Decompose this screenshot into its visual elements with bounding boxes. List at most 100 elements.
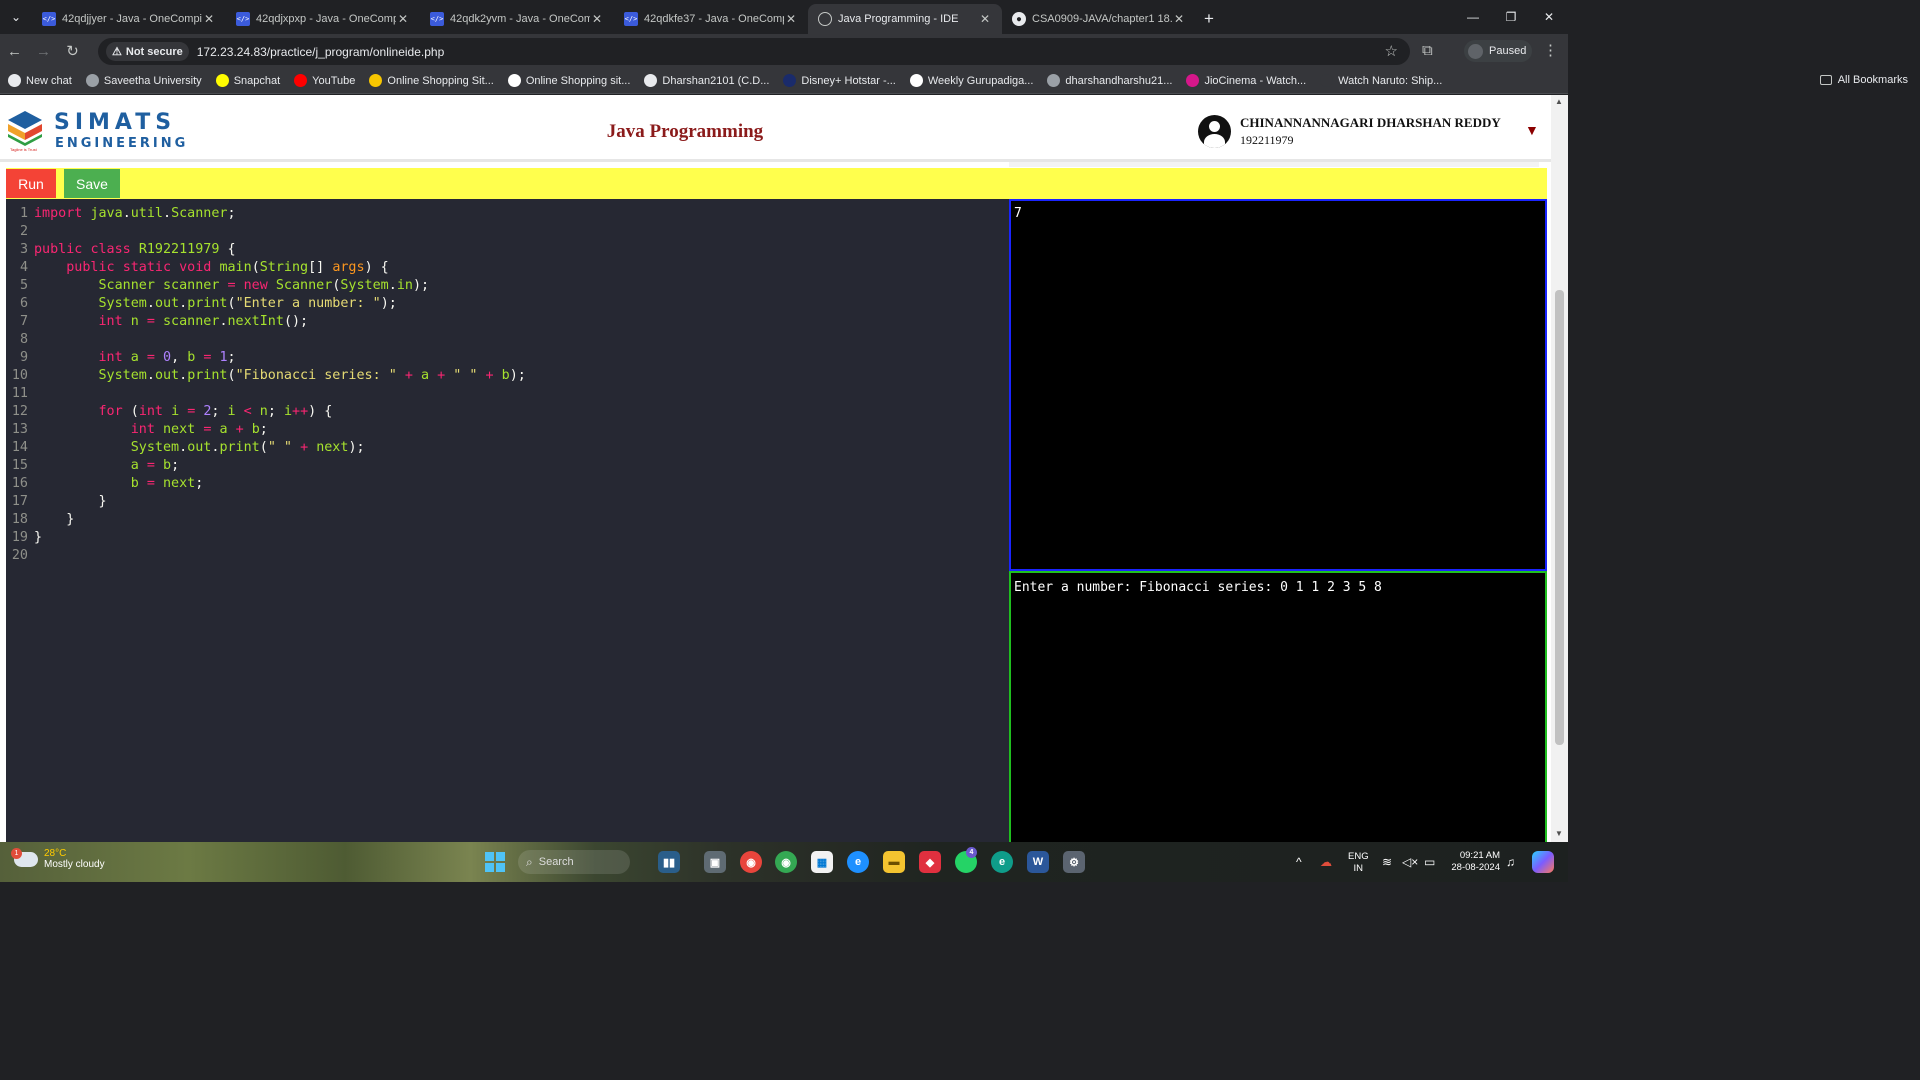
chrome-icon[interactable]: ◉	[775, 851, 797, 873]
code-line[interactable]: 20	[6, 547, 34, 565]
bookmark-label: Online Shopping sit...	[525, 74, 631, 87]
code-line[interactable]: 8	[6, 331, 34, 349]
settings-gear-icon[interactable]: ⚙	[1063, 851, 1085, 873]
bookmark-item[interactable]: Online Shopping sit...	[507, 74, 631, 87]
battery-icon[interactable]: ▭	[1424, 855, 1435, 869]
taskbar-search[interactable]: ⌕ Search	[518, 850, 630, 874]
code-line[interactable]: 9 int a = 0, b = 1;	[6, 349, 236, 367]
copilot-icon[interactable]	[1532, 851, 1554, 873]
widgets-app-icon[interactable]: ▮▮	[658, 851, 680, 873]
scroll-down-arrow-icon[interactable]: ▼	[1555, 829, 1563, 838]
browser-tab[interactable]: </> 42qdkfe37 - Java - OneCompiler✕	[614, 4, 808, 34]
reload-icon[interactable]: ↻	[58, 34, 87, 68]
code-line[interactable]: 14 System.out.print(" " + next);	[6, 439, 365, 457]
page-scrollbar[interactable]: ▲ ▼	[1551, 95, 1568, 842]
restore-icon[interactable]: ❐	[1492, 0, 1530, 34]
bookmark-item[interactable]: Saveetha University	[85, 74, 202, 87]
profile-button[interactable]: Paused	[1464, 40, 1532, 62]
all-bookmarks-button[interactable]: All Bookmarks	[1819, 74, 1908, 86]
tray-network-alert-icon[interactable]: ☁	[1320, 855, 1332, 869]
scroll-up-arrow-icon[interactable]: ▲	[1555, 97, 1563, 106]
tab-close-icon[interactable]: ✕	[978, 12, 992, 26]
windows-start-icon[interactable]	[485, 852, 505, 872]
bookmark-label: Disney+ Hotstar -...	[801, 74, 896, 87]
action-bar: Run Save	[6, 168, 1547, 199]
edge-dev-icon[interactable]: e	[991, 851, 1013, 873]
file-explorer-icon[interactable]: ▬	[883, 851, 905, 873]
save-button[interactable]: Save	[64, 169, 120, 198]
code-line[interactable]: 3 public class R192211979 {	[6, 241, 236, 259]
code-line[interactable]: 7 int n = scanner.nextInt();	[6, 313, 308, 331]
edge-icon[interactable]: e	[847, 851, 869, 873]
user-info[interactable]: CHINANNANNAGARI DHARSHAN REDDY 192211979	[1198, 115, 1501, 148]
code-line[interactable]: 13 int next = a + b;	[6, 421, 268, 439]
not-secure-chip[interactable]: ⚠ Not secure	[106, 42, 189, 61]
code-editor[interactable]: 1 import java.util.Scanner; 2 3 public class…	[6, 199, 1009, 842]
code-line[interactable]: 15 a = b;	[6, 457, 179, 475]
tab-close-icon[interactable]: ✕	[590, 12, 604, 26]
user-menu-caret-icon[interactable]: ▼	[1525, 122, 1539, 138]
wifi-icon[interactable]: ≋	[1382, 855, 1392, 869]
chrome-profile-icon[interactable]: ◉	[740, 851, 762, 873]
task-view-icon[interactable]: ▣	[704, 851, 726, 873]
tab-close-icon[interactable]: ✕	[202, 12, 216, 26]
office-app-icon[interactable]: ◆	[919, 851, 941, 873]
back-arrow-icon[interactable]: ←	[0, 34, 29, 68]
code-line[interactable]: 1 import java.util.Scanner;	[6, 205, 236, 223]
tray-chevron-up-icon[interactable]: ^	[1296, 855, 1302, 869]
browser-tab[interactable]: </> 42qdk2yvm - Java - OneCompiler✕	[420, 4, 614, 34]
bookmark-item[interactable]: New chat	[8, 74, 72, 87]
whatsapp-icon[interactable]: 4	[955, 847, 977, 873]
browser-tab[interactable]: </> 42qdjjyer - Java - OneCompiler ✕	[32, 4, 226, 34]
notification-bell-icon[interactable]: ♫	[1506, 855, 1515, 869]
bookmark-item[interactable]: dharshandharshu21...	[1047, 74, 1172, 87]
language-indicator[interactable]: ENG IN	[1348, 851, 1369, 875]
forward-arrow-icon[interactable]: →	[29, 34, 58, 68]
code-line[interactable]: 17 }	[6, 493, 107, 511]
bookmark-item[interactable]: Watch Naruto: Ship...	[1320, 74, 1442, 87]
close-window-icon[interactable]: ✕	[1530, 0, 1568, 34]
speaker-muted-icon[interactable]: ◁×	[1402, 855, 1418, 869]
tab-search-chevron-icon[interactable]: ⌄	[0, 0, 32, 34]
bookmark-item[interactable]: Disney+ Hotstar -...	[783, 74, 896, 87]
code-line[interactable]: 16 b = next;	[6, 475, 203, 493]
code-line[interactable]: 2	[6, 223, 34, 241]
bookmark-item[interactable]: Weekly Gurupadiga...	[909, 74, 1033, 87]
stdin-panel[interactable]: 7	[1009, 199, 1547, 571]
address-bar[interactable]: ⚠ Not secure 172.23.24.83/practice/j_pro…	[98, 38, 1410, 65]
code-line[interactable]: 6 System.out.print("Enter a number: ");	[6, 295, 397, 313]
browser-menu-icon[interactable]: ⋮	[1543, 41, 1558, 59]
tab-close-icon[interactable]: ✕	[1172, 12, 1186, 26]
tab-close-icon[interactable]: ✕	[396, 12, 410, 26]
code-line[interactable]: 5 Scanner scanner = new Scanner(System.i…	[6, 277, 429, 295]
browser-tab[interactable]: </> 42qdjxpxp - Java - OneCompiler✕	[226, 4, 420, 34]
browser-tab[interactable]: ● CSA0909-JAVA/chapter1 18.png✕	[1002, 4, 1196, 34]
weather-badge: 1	[11, 847, 22, 859]
weather-widget[interactable]: 1 28°C Mostly cloudy	[11, 847, 105, 870]
user-avatar-icon	[1198, 115, 1231, 148]
code-line[interactable]: 18 }	[6, 511, 74, 529]
bookmark-star-icon[interactable]: ☆	[1385, 42, 1398, 60]
code-text: for (int i = 2; i < n; i++) {	[98, 404, 333, 419]
taskbar-clock[interactable]: 09:21 AM 28-08-2024	[1448, 850, 1500, 874]
minimize-icon[interactable]: —	[1454, 0, 1492, 34]
extensions-puzzle-icon[interactable]: ⧉	[1422, 42, 1433, 59]
bookmark-item[interactable]: Online Shopping Sit...	[369, 74, 494, 87]
new-tab-button[interactable]: +	[1196, 4, 1222, 34]
microsoft-store-icon[interactable]: ▦	[811, 851, 833, 873]
code-line[interactable]: 10 System.out.print("Fibonacci series: "…	[6, 367, 526, 385]
code-line[interactable]: 4 public static void main(String[] args)…	[6, 259, 389, 277]
code-line[interactable]: 12 for (int i = 2; i < n; i++) {	[6, 403, 332, 421]
bookmark-item[interactable]: Dharshan2101 (C.D...	[644, 74, 769, 87]
code-line[interactable]: 11	[6, 385, 34, 403]
scrollbar-thumb[interactable]	[1555, 290, 1564, 745]
browser-tab[interactable]: Java Programming - IDE ✕	[808, 4, 1002, 34]
bookmark-item[interactable]: YouTube	[294, 74, 355, 87]
bookmark-item[interactable]: JioCinema - Watch...	[1186, 74, 1306, 87]
code-line[interactable]: 19}	[6, 529, 42, 547]
bookmark-item[interactable]: Snapchat	[215, 74, 280, 87]
word-icon[interactable]: W	[1027, 851, 1049, 873]
tab-close-icon[interactable]: ✕	[784, 12, 798, 26]
run-button[interactable]: Run	[6, 169, 56, 198]
onecompiler-icon: </>	[42, 12, 56, 26]
